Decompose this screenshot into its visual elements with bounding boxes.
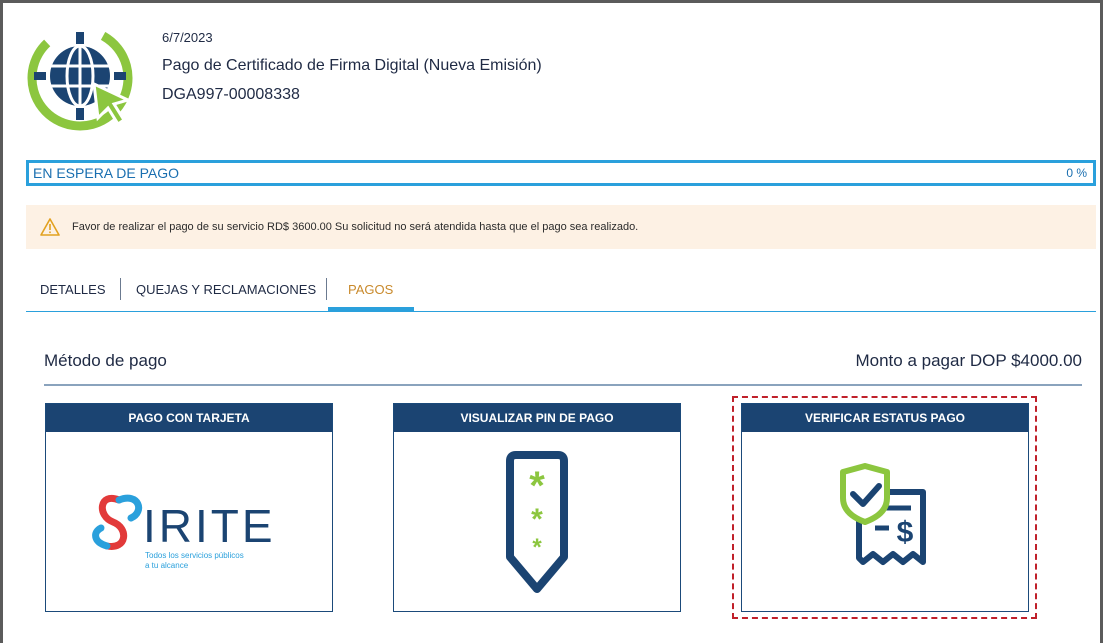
- card-title: VISUALIZAR PIN DE PAGO: [394, 404, 680, 432]
- svg-text:*: *: [532, 534, 542, 561]
- pay-with-card-option[interactable]: PAGO CON TARJETA IRITE Todos los servici…: [45, 403, 333, 612]
- section-divider: [44, 384, 1082, 386]
- warning-icon: [40, 218, 60, 236]
- request-title: Pago de Certificado de Firma Digital (Nu…: [162, 57, 542, 74]
- sirite-tagline-1: Todos los servicios públicos: [145, 551, 244, 560]
- tab-pagos[interactable]: PAGOS: [348, 282, 393, 297]
- sirite-logo: IRITE Todos los servicios públicos a tu …: [92, 494, 276, 570]
- svg-text:*: *: [529, 464, 545, 508]
- sirite-tagline-2: a tu alcance: [145, 561, 189, 570]
- amount-to-pay: Monto a pagar DOP $4000.00: [855, 351, 1082, 370]
- tab-divider: [120, 278, 121, 300]
- card-title: PAGO CON TARJETA: [46, 404, 332, 432]
- active-tab-indicator: [328, 307, 414, 311]
- view-payment-pin-option[interactable]: VISUALIZAR PIN DE PAGO * * *: [393, 403, 681, 612]
- svg-text:*: *: [531, 503, 543, 536]
- tab-bar: DETALLES QUEJAS Y RECLAMACIONES PAGOS: [26, 273, 1096, 312]
- payment-alert: Favor de realizar el pago de su servicio…: [26, 205, 1096, 249]
- tab-detalles[interactable]: DETALLES: [40, 282, 106, 297]
- progress-percent: 0 %: [1066, 166, 1087, 180]
- pin-icon: * * *: [506, 450, 568, 593]
- status-label: EN ESPERA DE PAGO: [33, 165, 180, 181]
- payment-method-title: Método de pago: [44, 351, 167, 370]
- status-progress-bar: EN ESPERA DE PAGO 0 %: [26, 160, 1096, 186]
- alert-message: Favor de realizar el pago de su servicio…: [72, 221, 639, 233]
- request-code: DGA997-00008338: [162, 86, 300, 103]
- request-date: 6/7/2023: [162, 30, 213, 45]
- tab-divider: [326, 278, 327, 300]
- globe-cursor-icon: [27, 25, 133, 131]
- tab-quejas-reclamaciones[interactable]: QUEJAS Y RECLAMACIONES: [136, 282, 316, 297]
- sirite-wordmark: IRITE: [143, 500, 276, 552]
- highlight-box: [732, 396, 1037, 619]
